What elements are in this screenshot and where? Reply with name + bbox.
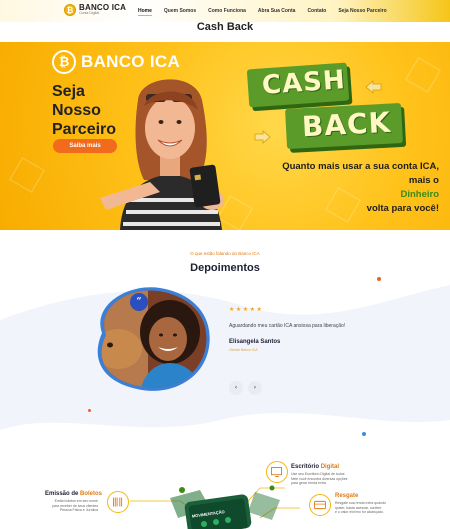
wallet-icon bbox=[309, 494, 331, 516]
feature-desc-line: Emita boletos em seu nome bbox=[54, 499, 98, 503]
feature-title-pre: Escritório bbox=[291, 464, 321, 470]
bitcoin-coin-icon: ₿ bbox=[64, 4, 76, 16]
testimonial-author: Elisangela Santos bbox=[229, 339, 281, 345]
testimonial-quote: Aguardando meu cartão ICA ansiosa para l… bbox=[229, 323, 346, 329]
decorative-dot bbox=[88, 409, 91, 412]
cashback-word-cash: CASH bbox=[261, 65, 347, 101]
testimonial-photo bbox=[97, 287, 210, 391]
decorative-dot bbox=[362, 432, 366, 436]
cashback-slogan: Quanto mais usar a sua conta ICA, mais o… bbox=[239, 160, 439, 216]
testimonial-author-role: Cliente Banco ICA bbox=[229, 348, 258, 352]
cashback-word-back: BACK bbox=[301, 105, 393, 144]
testimonials-eyebrow: O que estão falando do Banco ICA bbox=[190, 251, 260, 256]
arrow-left-icon bbox=[365, 80, 382, 94]
hexagon-decoration bbox=[9, 157, 45, 193]
nav-link-abra-sua-conta[interactable]: Abra Sua Conta bbox=[258, 8, 296, 14]
feature-desc-boletos: Emita boletos em seu nome para receber d… bbox=[52, 499, 98, 513]
slogan-line-2: mais o Dinheiro volta para você! bbox=[239, 174, 439, 216]
feature-title-resgate: Resgate bbox=[335, 493, 358, 499]
nav-link-quem-somos[interactable]: Quem Somos bbox=[164, 8, 196, 14]
feature-desc-line: Pessoa Física e Jurídica bbox=[59, 508, 98, 512]
feature-desc-line: Resgate sua renda extra quando bbox=[335, 501, 386, 505]
feature-desc-line: e o valor mínimo for alcançado. bbox=[335, 510, 384, 514]
feature-desc-line: para gerar renda extra bbox=[291, 481, 326, 485]
nav-link-seja-parceiro[interactable]: Seja Nosso Parceiro bbox=[338, 8, 386, 14]
slogan-line-1: Quanto mais usar a sua conta ICA, bbox=[282, 161, 439, 172]
wave-background bbox=[0, 285, 450, 430]
feature-title-highlight: Digital bbox=[320, 464, 340, 470]
top-navbar: ₿ BANCO ICA Conta Digital Home Quem Somo… bbox=[0, 0, 450, 22]
feature-desc-line: Use seu Escritório Digital de todos bbox=[291, 472, 345, 476]
logo-subtitle: Conta Digital bbox=[79, 11, 100, 16]
woman-holding-card-photo bbox=[100, 79, 224, 230]
feature-title-highlight: Boletos bbox=[80, 491, 103, 497]
slogan-post: volta para você! bbox=[366, 203, 439, 214]
nav-menu: Home Quem Somos Como Funciona Abra Sua C… bbox=[138, 8, 399, 16]
carousel-prev-button[interactable]: ‹ bbox=[229, 381, 243, 395]
slogan-highlight: Dinheiro bbox=[400, 189, 439, 200]
feature-desc-resgate: Resgate sua renda extra quando quiser, b… bbox=[335, 501, 386, 515]
banner-brand: BANCO ICA bbox=[81, 52, 181, 71]
brand-logo[interactable]: ₿ BANCO ICA Conta Digital bbox=[64, 4, 126, 16]
quote-icon: “ bbox=[130, 293, 148, 311]
barcode-icon bbox=[107, 491, 129, 513]
bitcoin-coin-icon: ₿ bbox=[52, 50, 76, 74]
rating-stars: ★★★★★ bbox=[229, 306, 264, 313]
decorative-dot bbox=[377, 277, 381, 281]
arrow-right-icon bbox=[254, 130, 271, 144]
carousel-next-button[interactable]: › bbox=[248, 381, 262, 395]
hexagon-decoration bbox=[405, 57, 441, 93]
feature-title-highlight: Resgate bbox=[335, 493, 359, 499]
feature-title-pre: Emissão de bbox=[45, 491, 81, 497]
feature-title-boletos: Emissão de Boletos bbox=[45, 491, 102, 497]
page-title: Cash Back bbox=[196, 21, 254, 33]
feature-title-escritorio: Escritório Digital bbox=[291, 464, 339, 470]
feature-desc-escritorio: Use seu Escritório Digital de todos Nele… bbox=[291, 472, 347, 486]
testimonials-title: Depoimentos bbox=[190, 262, 260, 274]
phone-illustration: MOVIMENTAÇÃO bbox=[170, 485, 280, 529]
hero-banner: ₿ BANCO ICA Seja Nosso Parceiro Saiba ma… bbox=[0, 42, 450, 230]
slogan-pre: mais o bbox=[408, 175, 439, 186]
nav-link-contato[interactable]: Contato bbox=[307, 8, 326, 14]
nav-link-como-funciona[interactable]: Como Funciona bbox=[208, 8, 246, 14]
nav-link-home[interactable]: Home bbox=[138, 8, 152, 16]
